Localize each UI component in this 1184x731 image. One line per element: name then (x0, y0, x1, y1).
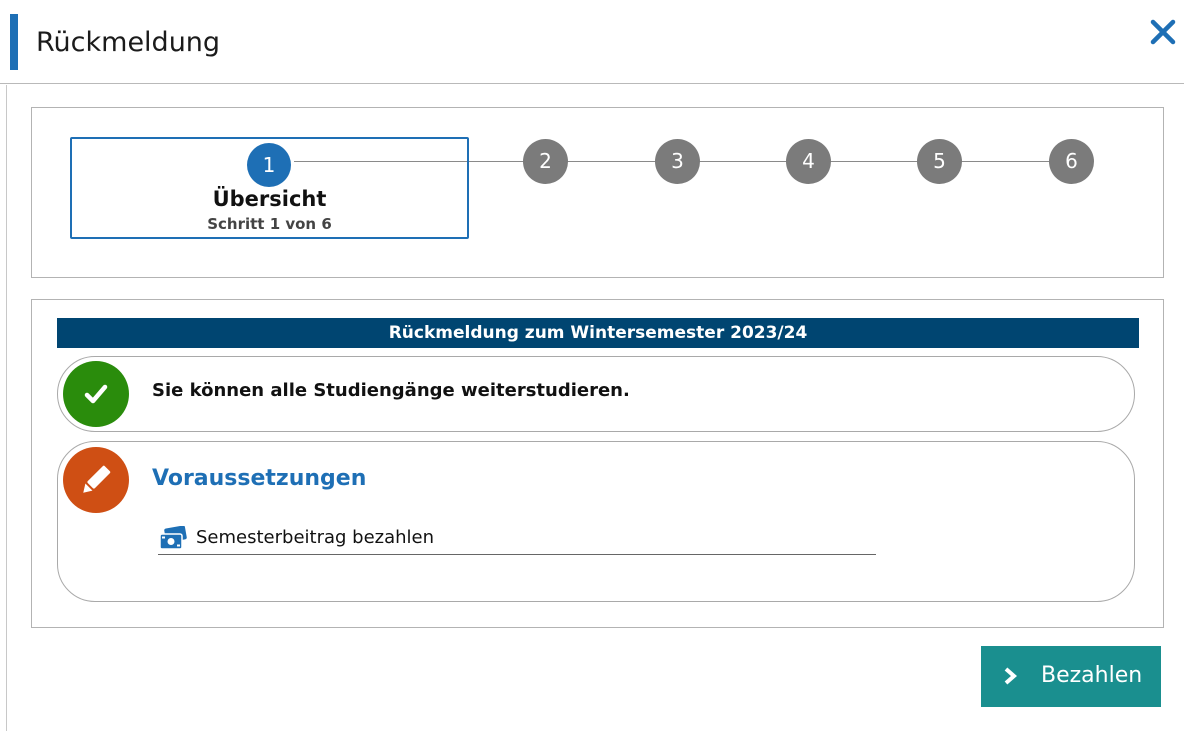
status-message: Sie können alle Studiengänge weiterstudi… (152, 380, 630, 401)
requirements-card: Voraussetzungen Semesterbeitrag bezahlen (57, 441, 1135, 602)
step-current-sublabel: Schritt 1 von 6 (207, 215, 332, 233)
pay-button-label: Bezahlen (1041, 663, 1143, 688)
close-icon (1150, 19, 1176, 45)
pay-button[interactable]: Bezahlen (981, 646, 1161, 707)
requirement-item-semesterbeitrag[interactable]: Semesterbeitrag bezahlen (158, 526, 876, 555)
check-icon (84, 384, 108, 404)
content-panel: Rückmeldung zum Wintersemester 2023/24 S… (31, 299, 1164, 628)
header-accent-bar (10, 14, 18, 70)
step-5-circle[interactable]: 5 (917, 139, 962, 184)
chevron-right-icon (1004, 667, 1017, 685)
dialog-title: Rückmeldung (36, 27, 221, 58)
close-button[interactable] (1148, 14, 1178, 48)
step-2-circle[interactable]: 2 (523, 139, 568, 184)
step-4-circle[interactable]: 4 (786, 139, 831, 184)
step-3-circle[interactable]: 3 (655, 139, 700, 184)
status-card: Sie können alle Studiengänge weiterstudi… (57, 356, 1135, 432)
requirements-title: Voraussetzungen (152, 466, 367, 491)
requirement-item-label: Semesterbeitrag bezahlen (196, 527, 435, 548)
dialog-left-border (6, 85, 7, 731)
step-6-circle[interactable]: 6 (1049, 139, 1094, 184)
section-title-bar: Rückmeldung zum Wintersemester 2023/24 (57, 318, 1139, 348)
step-current[interactable]: 1 Übersicht Schritt 1 von 6 (70, 137, 469, 239)
step-current-label: Übersicht (212, 187, 327, 211)
status-icon-circle (63, 361, 129, 427)
step-1-circle[interactable]: 1 (247, 143, 291, 187)
requirements-icon-circle (63, 447, 129, 513)
money-icon (159, 526, 187, 550)
stepper-panel: 1 Übersicht Schritt 1 von 6 2 3 4 5 6 (31, 107, 1164, 278)
pencil-icon (83, 465, 111, 493)
dialog-header: Rückmeldung (0, 0, 1184, 84)
